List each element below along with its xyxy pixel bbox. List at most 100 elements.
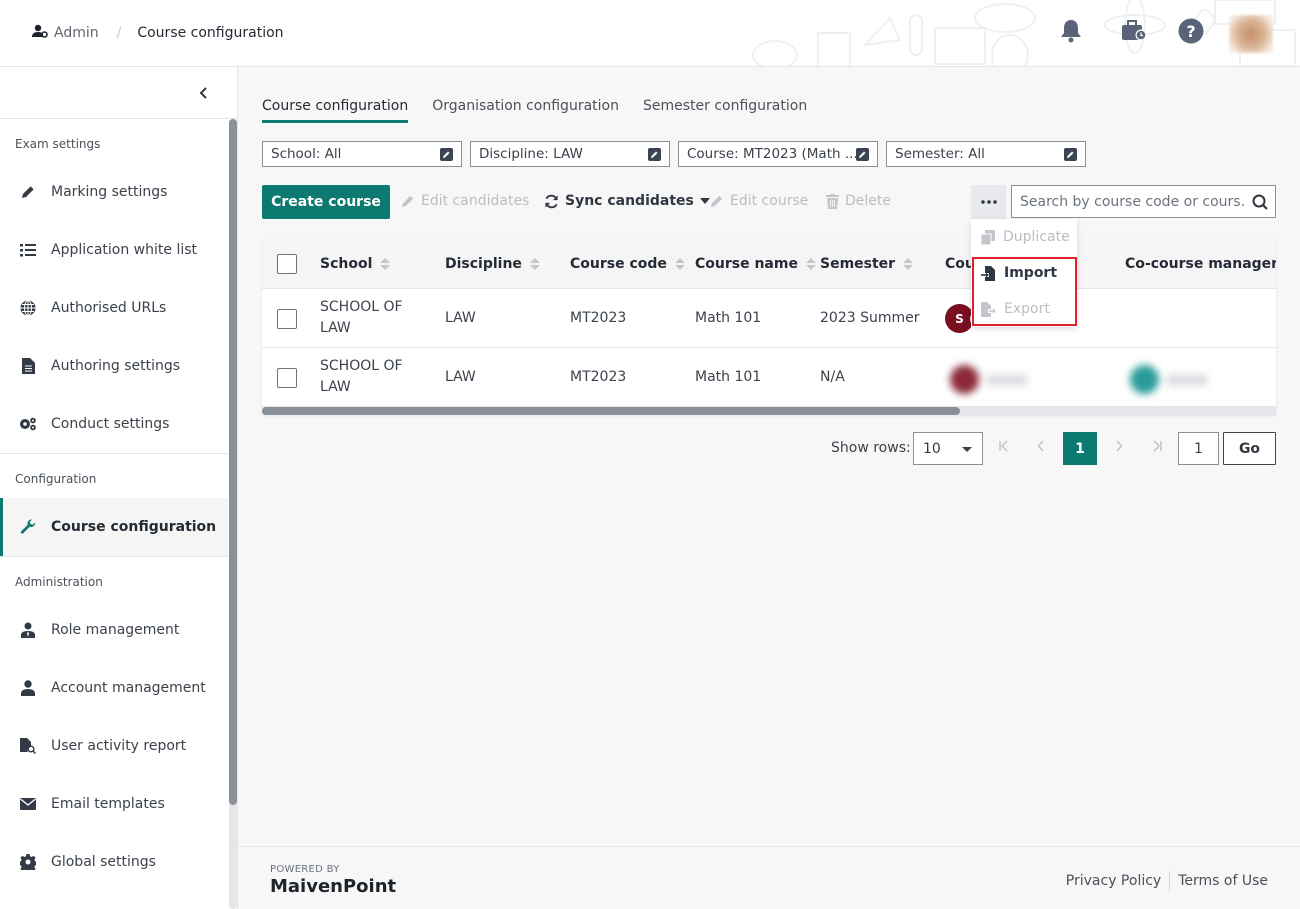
decorative-doodle-background bbox=[752, 0, 1296, 66]
help-icon: ? bbox=[1178, 18, 1204, 48]
breadcrumb-separator: / bbox=[116, 25, 122, 41]
pencil-icon bbox=[710, 195, 723, 207]
filter-label: Course: MT2023 (Math ... bbox=[687, 146, 856, 162]
goto-page-input[interactable] bbox=[1178, 432, 1219, 465]
row-checkbox[interactable] bbox=[277, 368, 297, 388]
sort-icon[interactable] bbox=[529, 258, 540, 270]
column-label: Semester bbox=[820, 256, 896, 272]
menu-item-import[interactable]: Import bbox=[971, 255, 1077, 291]
help-button[interactable]: ? bbox=[1178, 18, 1204, 48]
sidebar-item-account-management[interactable]: Account management bbox=[0, 659, 228, 717]
page-button-current[interactable]: 1 bbox=[1063, 432, 1097, 465]
edit-candidates-button[interactable]: Edit candidates bbox=[400, 193, 529, 209]
sidebar-divider bbox=[0, 556, 228, 557]
menu-item-label: Duplicate bbox=[1003, 229, 1070, 245]
cell-semester: N/A bbox=[820, 369, 845, 385]
column-header-semester[interactable]: Semester bbox=[820, 256, 914, 272]
notifications-button[interactable] bbox=[1058, 20, 1084, 46]
section-title-exam-settings: Exam settings bbox=[15, 137, 101, 151]
sidebar-item-authoring-settings[interactable]: Authoring settings bbox=[0, 337, 228, 395]
file-import-icon bbox=[981, 265, 995, 281]
footer: POWERED BY MaivenPoint Privacy Policy Te… bbox=[239, 846, 1300, 909]
sidebar-item-application-white-list[interactable]: Application white list bbox=[0, 221, 228, 279]
table-scrollbar-thumb[interactable] bbox=[262, 407, 960, 415]
sidebar-item-course-configuration[interactable]: Course configuration bbox=[0, 498, 228, 556]
sidebar-item-label: Role management bbox=[51, 622, 180, 638]
rows-per-page-select[interactable]: 10 bbox=[913, 432, 983, 465]
previous-page-button[interactable] bbox=[1037, 440, 1045, 456]
sidebar-item-email-templates[interactable]: Email templates bbox=[0, 775, 228, 833]
school-filter[interactable]: School: All bbox=[262, 141, 462, 167]
collapse-sidebar-button[interactable] bbox=[196, 84, 212, 102]
delete-button[interactable]: Delete bbox=[826, 193, 891, 209]
search-icon bbox=[1252, 194, 1268, 210]
sidebar-item-label: Course configuration bbox=[51, 519, 217, 535]
sidebar-item-label: Authoring settings bbox=[51, 358, 181, 374]
envelope-icon bbox=[18, 798, 38, 810]
privacy-policy-link[interactable]: Privacy Policy bbox=[1066, 873, 1161, 889]
sidebar-item-label: Application white list bbox=[51, 242, 198, 258]
column-label: Co-course manager bbox=[1125, 256, 1276, 272]
sidebar-item-conduct-settings[interactable]: Conduct settings bbox=[0, 395, 228, 453]
last-page-button[interactable] bbox=[1152, 440, 1162, 456]
cell-course-code: MT2023 bbox=[570, 310, 627, 326]
table-row[interactable]: SCHOOL OF LAW LAW MT2023 Math 101 N/A bbox=[262, 348, 1276, 407]
user-avatar[interactable] bbox=[1229, 15, 1273, 53]
menu-item-duplicate[interactable]: Duplicate bbox=[971, 219, 1077, 255]
sidebar-item-authorised-urls[interactable]: Authorised URLs bbox=[0, 279, 228, 337]
next-page-button[interactable] bbox=[1115, 440, 1123, 456]
user-icon bbox=[18, 680, 38, 696]
tab-course-configuration[interactable]: Course configuration bbox=[262, 98, 409, 123]
select-all-checkbox[interactable] bbox=[277, 254, 297, 274]
sync-icon bbox=[545, 194, 558, 208]
row-checkbox[interactable] bbox=[277, 309, 297, 329]
column-header-school[interactable]: School bbox=[320, 256, 391, 272]
table-horizontal-scrollbar[interactable] bbox=[262, 407, 1276, 415]
column-header-course-code[interactable]: Course code bbox=[570, 256, 685, 272]
tab-organisation-configuration[interactable]: Organisation configuration bbox=[432, 98, 619, 123]
create-course-button[interactable]: Create course bbox=[262, 185, 390, 219]
user-tie-icon bbox=[18, 622, 38, 638]
button-label: Edit candidates bbox=[421, 193, 530, 209]
sort-icon[interactable] bbox=[674, 258, 685, 270]
sync-candidates-button[interactable]: Sync candidates bbox=[544, 193, 710, 209]
sidebar-scrollbar[interactable] bbox=[229, 119, 237, 909]
menu-item-label: Export bbox=[1004, 301, 1050, 317]
button-label: Sync candidates bbox=[565, 193, 694, 209]
filter-label: Semester: All bbox=[895, 146, 985, 162]
courses-table: School Discipline Course code Course nam… bbox=[262, 239, 1276, 415]
column-header-course-name[interactable]: Course name bbox=[695, 256, 816, 272]
search-input[interactable] bbox=[1012, 193, 1245, 210]
terms-of-use-link[interactable]: Terms of Use bbox=[1178, 873, 1268, 889]
first-page-button[interactable] bbox=[999, 440, 1009, 456]
sidebar-item-user-activity-report[interactable]: User activity report bbox=[0, 717, 228, 775]
sidebar-item-role-management[interactable]: Role management bbox=[0, 601, 228, 659]
edit-icon bbox=[856, 147, 869, 161]
briefcase-clock-icon bbox=[1121, 20, 1147, 46]
edit-course-button[interactable]: Edit course bbox=[709, 193, 808, 209]
search-box bbox=[1011, 185, 1276, 218]
sort-icon[interactable] bbox=[903, 258, 914, 270]
semester-filter[interactable]: Semester: All bbox=[886, 141, 1086, 167]
cell-semester: 2023 Summer bbox=[820, 310, 920, 326]
menu-item-export[interactable]: Export bbox=[971, 291, 1077, 327]
breadcrumb-admin-link[interactable]: Admin bbox=[54, 25, 99, 41]
sort-icon[interactable] bbox=[805, 258, 816, 270]
column-header-discipline[interactable]: Discipline bbox=[445, 256, 540, 272]
tab-semester-configuration[interactable]: Semester configuration bbox=[643, 98, 807, 123]
filter-label: Discipline: LAW bbox=[479, 146, 583, 162]
sidebar-item-marking-settings[interactable]: Marking settings bbox=[0, 163, 228, 221]
more-actions-button[interactable] bbox=[971, 185, 1006, 219]
sidebar-scrollbar-thumb[interactable] bbox=[229, 119, 237, 805]
pencil-icon bbox=[18, 184, 38, 200]
tasks-button[interactable] bbox=[1121, 20, 1147, 46]
course-filter[interactable]: Course: MT2023 (Math ... bbox=[678, 141, 878, 167]
cell-school: SCHOOL OF LAW bbox=[320, 297, 403, 339]
cell-course-name: Math 101 bbox=[695, 369, 762, 385]
table-row[interactable]: SCHOOL OF LAW LAW MT2023 Math 101 2023 S… bbox=[262, 289, 1276, 348]
sort-icon[interactable] bbox=[380, 258, 391, 270]
discipline-filter[interactable]: Discipline: LAW bbox=[470, 141, 670, 167]
go-button[interactable]: Go bbox=[1223, 432, 1276, 465]
sidebar-item-global-settings[interactable]: Global settings bbox=[0, 833, 228, 891]
search-button[interactable] bbox=[1245, 194, 1275, 210]
